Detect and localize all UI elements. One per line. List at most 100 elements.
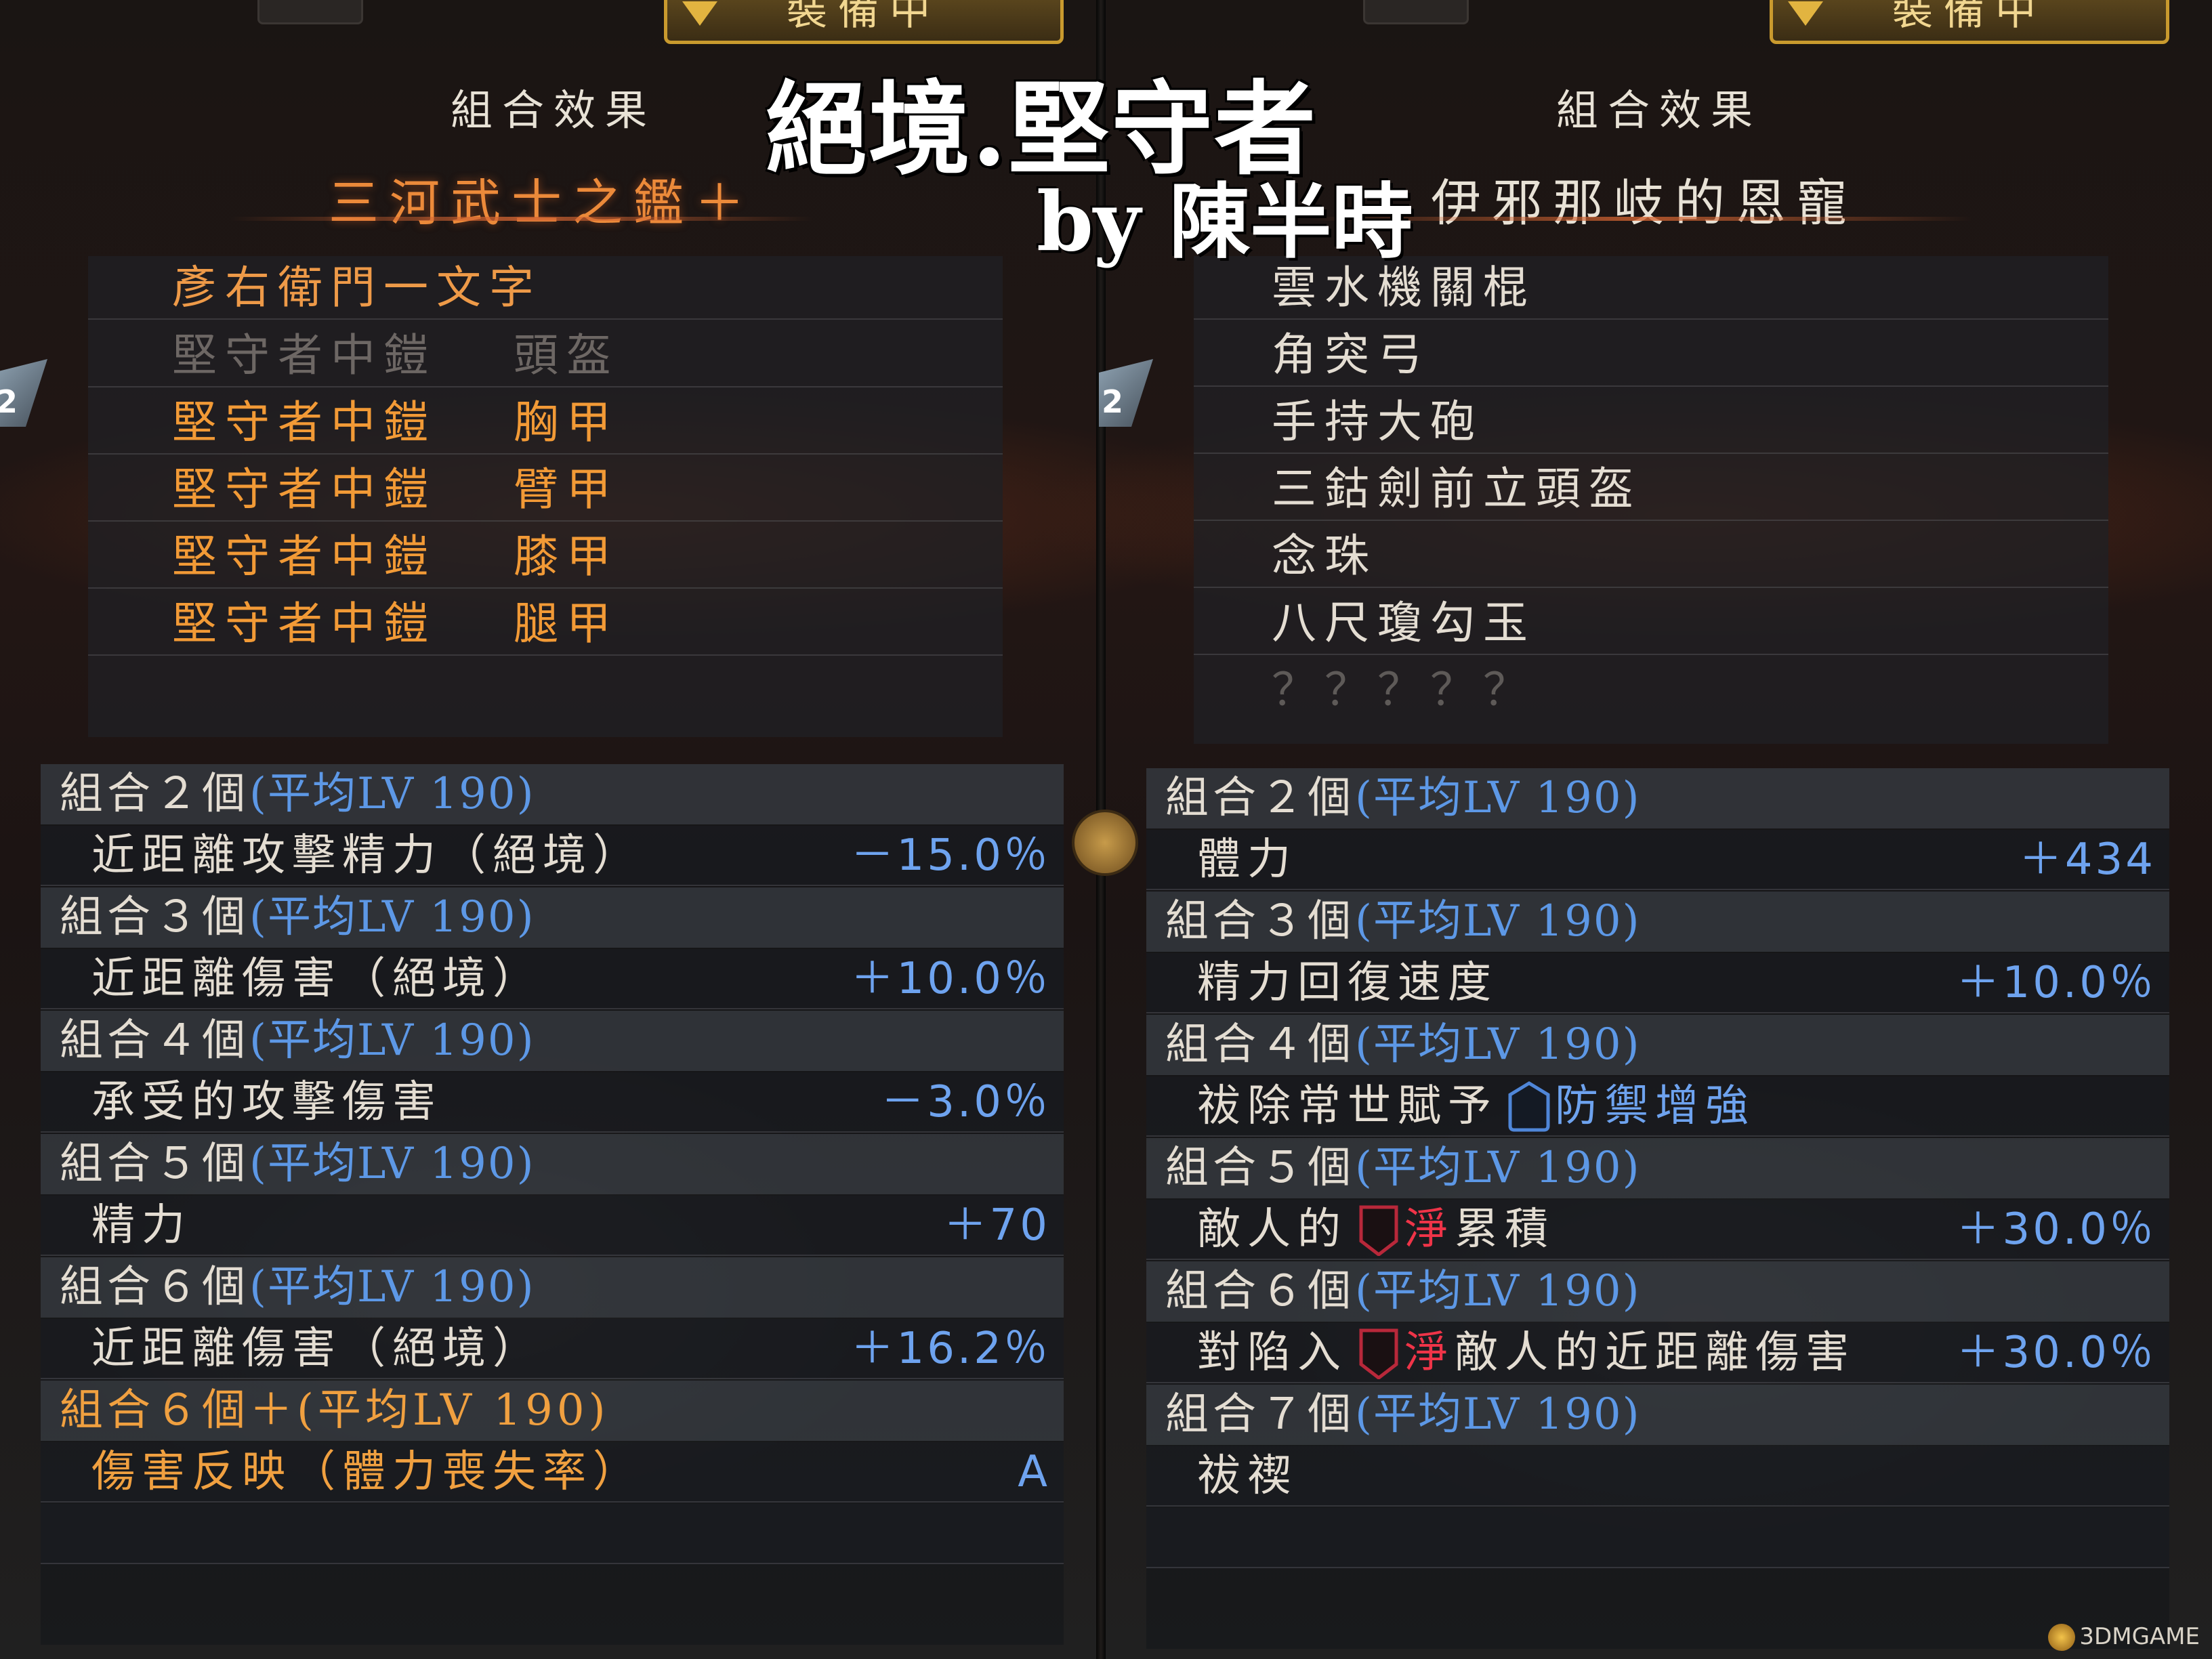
- set-item-list: 雲水機關棍 角突弓 手持大砲 三鈷劍前立頭盔 念珠 八尺瓊勾玉 ？？？？？: [1194, 256, 2108, 744]
- bonus-effect-label: 近距離傷害（絕境）: [91, 954, 543, 1004]
- bonus-effect-label-tail: 敵人的近距離傷害: [1455, 1328, 1856, 1378]
- bonus-effect-label: 體力: [1197, 835, 1297, 885]
- bonus-tier-count: 組合６個＋: [60, 1385, 297, 1435]
- set-bonus-list: 組合２個(平均LV 190) 體力 ＋434 組合３個(平均LV 190) 精力…: [1146, 768, 2169, 1649]
- bonus-tier-avg-level: (平均LV 190): [249, 1262, 535, 1312]
- bonus-tier-header: 組合６個(平均LV 190): [1146, 1261, 2169, 1322]
- list-item[interactable]: 堅守者中鎧 胸甲: [88, 391, 1003, 455]
- list-item[interactable]: 堅守者中鎧 腿甲: [88, 592, 1003, 656]
- list-item[interactable]: ？？？？？: [1194, 658, 2108, 722]
- list-item[interactable]: 念珠: [1194, 524, 2108, 588]
- list-item[interactable]: 八尺瓊勾玉: [1194, 591, 2108, 655]
- bonus-tier-count: 組合２個: [1165, 773, 1355, 823]
- set-item-list: 彥右衛門一文字 堅守者中鎧 頭盔 堅守者中鎧 胸甲 堅守者中鎧 臂甲 堅守者中鎧…: [88, 256, 1003, 737]
- item-name: 八尺瓊勾玉: [1272, 597, 1536, 649]
- list-item[interactable]: 堅守者中鎧 頭盔: [88, 324, 1003, 387]
- bonus-tier-header: 組合７個(平均LV 190): [1146, 1385, 2169, 1445]
- list-item[interactable]: 三鈷劍前立頭盔: [1194, 457, 2108, 521]
- equipped-label: 裝備中: [787, 0, 941, 35]
- list-item[interactable]: 堅守者中鎧 膝甲: [88, 525, 1003, 589]
- bonus-tier-avg-level: (平均LV 190): [1355, 896, 1641, 946]
- bonus-tier-header: 組合３個(平均LV 190): [41, 887, 1064, 948]
- bonus-effect-value: －15.0％: [850, 831, 1050, 881]
- shield-icon: [1508, 1080, 1550, 1131]
- bonus-effect-label: 近距離傷害（絕境）: [91, 1324, 543, 1374]
- bonus-effect-row: 近距離攻擊精力（絕境） －15.0％: [41, 826, 1064, 886]
- watermark: 3DMGAME: [2048, 1623, 2200, 1651]
- equipped-label: 裝備中: [1892, 0, 2047, 35]
- bonus-effect-row: 承受的攻擊傷害 －3.0％: [41, 1072, 1064, 1133]
- list-item[interactable]: 彥右衛門一文字: [88, 256, 1003, 320]
- bonus-effect-row: 敵人的 淨累積 ＋30.0％: [1146, 1200, 2169, 1260]
- bonus-tier-avg-level: (平均LV 190): [249, 1139, 535, 1189]
- page-tab-marker[interactable]: 2: [0, 359, 47, 427]
- item-name: 角突弓: [1272, 329, 1430, 381]
- list-item[interactable]: 手持大砲: [1194, 390, 2108, 454]
- bonus-tier-count: 組合５個: [60, 1139, 249, 1189]
- bonus-effect-label: 對陷入: [1197, 1328, 1348, 1378]
- bonus-effect-label: 精力: [91, 1200, 192, 1251]
- page-tab-number: 2: [0, 383, 18, 420]
- equipped-button[interactable]: 裝備中: [664, 0, 1064, 44]
- bonus-effect-value: ＋30.0％: [1956, 1328, 2156, 1378]
- item-name: 三鈷劍前立頭盔: [1272, 463, 1642, 515]
- item-name: 手持大砲: [1272, 396, 1483, 448]
- bonus-tier-header: 組合５個(平均LV 190): [41, 1134, 1064, 1194]
- chevron-down-icon: [1788, 1, 1823, 26]
- bonus-tier-avg-level: (平均LV 190): [1355, 1020, 1641, 1070]
- bonus-effect-value: ＋434: [2018, 835, 2156, 885]
- bonus-effect-value: ＋70: [943, 1200, 1050, 1251]
- list-item[interactable]: 堅守者中鎧 臂甲: [88, 458, 1003, 522]
- item-name: 堅守者中鎧: [172, 329, 436, 381]
- equipped-button[interactable]: 裝備中: [1770, 0, 2169, 44]
- page-tab-marker[interactable]: 2: [1099, 359, 1153, 427]
- bonus-tier-avg-level: (平均LV 190): [1355, 1143, 1641, 1193]
- bonus-effect-label: 近距離攻擊精力（絕境）: [91, 831, 643, 881]
- bonus-tier-count: 組合４個: [60, 1015, 249, 1066]
- bonus-effect-highlight: 淨: [1404, 1328, 1455, 1378]
- bonus-tier-avg-level: (平均LV 190): [249, 892, 535, 942]
- chevron-down-icon: [682, 1, 717, 26]
- bonus-tier-avg-level: (平均LV 190): [249, 1015, 535, 1066]
- set-name: 三河武士之鑑＋: [329, 174, 755, 232]
- bonus-effect-label: 精力回復速度: [1197, 958, 1498, 1008]
- bonus-effect-highlight: 防禦增強: [1555, 1081, 1755, 1131]
- item-name: 堅守者中鎧: [172, 396, 436, 448]
- item-slot: 胸甲: [514, 396, 619, 448]
- item-name: 堅守者中鎧: [172, 597, 436, 650]
- list-item[interactable]: 角突弓: [1194, 323, 2108, 387]
- bonus-tier-count: 組合３個: [60, 892, 249, 942]
- bonus-effect-highlight: 淨: [1404, 1204, 1455, 1255]
- bonus-tier-header: 組合２個(平均LV 190): [1146, 768, 2169, 828]
- bonus-tier-header: 組合３個(平均LV 190): [1146, 891, 2169, 952]
- bonus-effect-value: ＋10.0％: [1956, 958, 2156, 1008]
- bonus-row-empty: [1146, 1508, 2169, 1568]
- bonus-tier-header: 組合６個(平均LV 190): [41, 1257, 1064, 1318]
- bonus-effect-label: 祓除常世賦予: [1197, 1081, 1498, 1131]
- left-set-panel: 裝備中 2 組合效果 三河武士之鑑＋ 彥右衛門一文字 堅守者中鎧 頭盔 堅守者中…: [0, 0, 1098, 1659]
- bonus-tier-count: 組合２個: [60, 769, 249, 819]
- bonus-tier-header: 組合２個(平均LV 190): [41, 764, 1064, 824]
- bonus-effect-value: －3.0％: [881, 1077, 1050, 1127]
- bonus-effect-label-tail: 累積: [1455, 1204, 1555, 1255]
- list-item-empty: [88, 659, 1003, 723]
- bonus-effect-value: A: [1018, 1447, 1050, 1497]
- bonus-tier-avg-level: (平均LV 190): [1355, 1266, 1641, 1316]
- bonus-tier-header-plus: 組合６個＋(平均LV 190): [41, 1381, 1064, 1441]
- screenshot-root: 裝備中 2 組合效果 三河武士之鑑＋ 彥右衛門一文字 堅守者中鎧 頭盔 堅守者中…: [0, 0, 2212, 1659]
- ghost-tab-button[interactable]: [1363, 0, 1469, 24]
- set-bonus-list: 組合２個(平均LV 190) 近距離攻擊精力（絕境） －15.0％ 組合３個(平…: [41, 764, 1064, 1645]
- set-name-underline: [230, 217, 813, 221]
- set-name: 伊邪那岐的恩寵: [1431, 174, 1858, 232]
- bonus-tier-count: 組合４個: [1165, 1020, 1355, 1070]
- bonus-effect-label: 承受的攻擊傷害: [91, 1077, 442, 1127]
- bonus-effect-row: 傷害反映（體力喪失率） A: [41, 1442, 1064, 1503]
- bonus-tier-count: 組合５個: [1165, 1143, 1355, 1193]
- bonus-tier-avg-level: (平均LV 190): [1355, 1389, 1641, 1440]
- bonus-effect-row: 近距離傷害（絕境） ＋16.2％: [41, 1319, 1064, 1379]
- bonus-effect-row: 對陷入 淨敵人的近距離傷害 ＋30.0％: [1146, 1323, 2169, 1383]
- bonus-effect-row: 祓禊: [1146, 1446, 2169, 1507]
- ghost-tab-button[interactable]: [257, 0, 363, 24]
- bonus-effect-value: ＋16.2％: [850, 1324, 1050, 1374]
- bonus-effect-value: ＋10.0％: [850, 954, 1050, 1004]
